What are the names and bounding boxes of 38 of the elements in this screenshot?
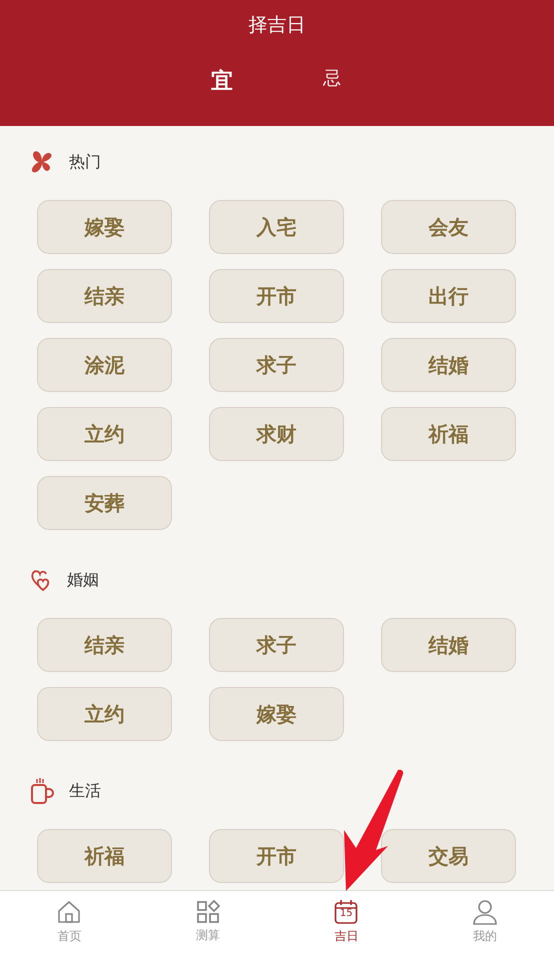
- tab-bar-item[interactable]: 首页: [0, 891, 138, 953]
- option-button[interactable]: 立约: [37, 687, 172, 741]
- option-button[interactable]: 结亲: [37, 618, 172, 672]
- option-button[interactable]: 求子: [209, 338, 344, 392]
- section-title: 婚姻: [67, 570, 99, 590]
- hearts-icon: [30, 568, 52, 592]
- option-button[interactable]: 立约: [37, 407, 172, 461]
- option-button[interactable]: 求财: [209, 407, 344, 461]
- option-button[interactable]: 出行: [381, 269, 516, 323]
- option-button[interactable]: 安葬: [37, 476, 172, 530]
- option-button[interactable]: 祈福: [381, 407, 516, 461]
- tab[interactable]: 宜: [207, 66, 237, 96]
- option-button[interactable]: 开市: [209, 829, 344, 883]
- option-button[interactable]: 嫁娶: [37, 200, 172, 254]
- option-button[interactable]: 结亲: [37, 269, 172, 323]
- option-button[interactable]: 开市: [209, 269, 344, 323]
- option-button[interactable]: 结婚: [381, 618, 516, 672]
- home-icon: [56, 899, 82, 925]
- tab-bar-item[interactable]: 15 吉日: [277, 891, 416, 953]
- flower-icon: [30, 149, 54, 175]
- option-button[interactable]: 求子: [209, 618, 344, 672]
- option-button[interactable]: 嫁娶: [209, 687, 344, 741]
- option-button[interactable]: 涂泥: [37, 338, 172, 392]
- grid-icon: [196, 900, 220, 924]
- option-button[interactable]: 会友: [381, 200, 516, 254]
- option-button[interactable]: 入宅: [209, 200, 344, 254]
- page-title: 择吉日: [248, 13, 306, 38]
- section-title: 热门: [69, 152, 101, 172]
- calendar-icon: 15: [334, 899, 358, 925]
- option-button[interactable]: 结婚: [381, 338, 516, 392]
- option-button[interactable]: 祈福: [37, 829, 172, 883]
- option-button[interactable]: 交易: [381, 829, 516, 883]
- person-icon: [472, 899, 498, 925]
- tab-bar-item[interactable]: 我的: [416, 891, 554, 953]
- tab[interactable]: 忌: [317, 66, 347, 96]
- tab-bar-item[interactable]: 测算: [138, 891, 277, 953]
- mug-icon: [30, 777, 54, 805]
- section-title: 生活: [69, 780, 101, 802]
